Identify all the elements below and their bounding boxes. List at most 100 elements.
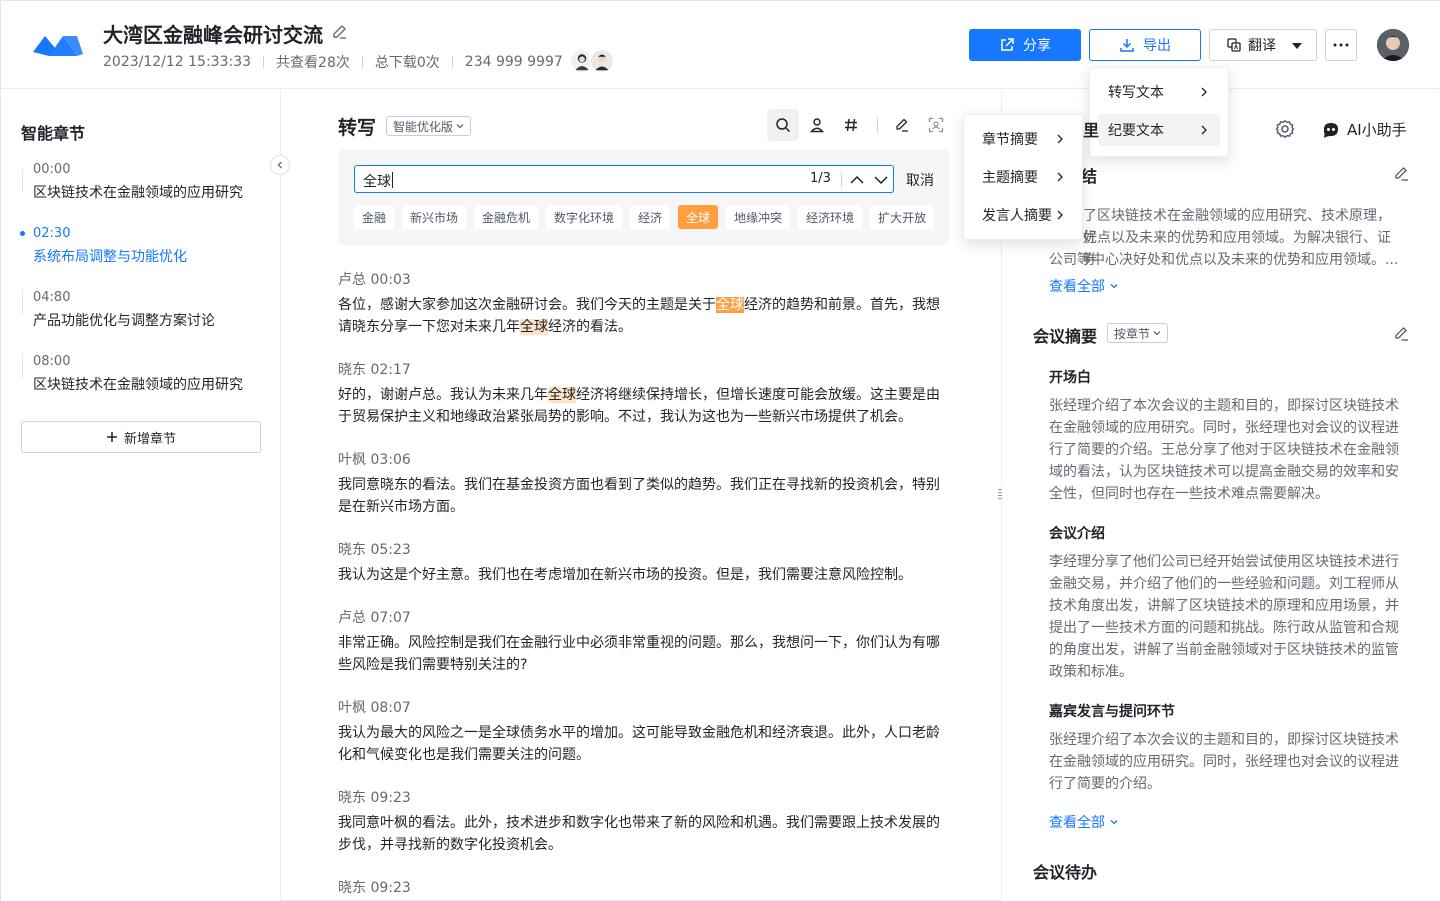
scan-icon [928, 117, 944, 133]
chevron-right-icon [1057, 134, 1063, 144]
minutes-mode-label: 按章节 [1114, 326, 1151, 341]
edit-icon[interactable] [1393, 165, 1411, 183]
robot-icon [1324, 122, 1338, 138]
transcript-entry[interactable]: 卢总 07:07 非常正确。风险控制是我们在金融行业中必须非常重视的问题。那么，… [338, 607, 948, 676]
export-button[interactable]: 导出 [1089, 29, 1201, 61]
keyword-tag[interactable]: 金融 [354, 205, 395, 229]
chapters-panel: 智能章节 00:00 区块链技术在金融领域的应用研究 02:30 系统布局调整与… [1, 90, 281, 901]
chevron-down-icon [1110, 284, 1118, 289]
transcript-text: 我认为这是个好主意。我们也在考虑增加在新兴市场的投资。但是，我们需要注意风险控制… [338, 567, 912, 583]
transcript-entry[interactable]: 叶枫 08:07 我认为最大的风险之一是全球债务水平的增加。这可能导致金融危机和… [338, 697, 948, 766]
chapters-title: 智能章节 [21, 124, 86, 143]
view-all-label: 查看全部 [1049, 815, 1105, 831]
submenu-item-topic-summary[interactable]: 主题摘要 [972, 161, 1076, 193]
speaker-time: 叶枫 08:07 [338, 700, 411, 716]
edit-title-icon[interactable] [331, 23, 349, 41]
download-icon [1120, 39, 1134, 52]
download-count: 总下载0次 [374, 55, 440, 71]
chapter-name: 产品功能优化与调整方案讨论 [33, 313, 215, 329]
search-input[interactable]: 全球 1/3 [354, 165, 894, 193]
translate-label: 翻译 [1248, 38, 1276, 54]
transcript-entry[interactable]: 晓东 09:23 我同意叶枫的看法。此外，技术进步和数字化也带来了新的风险和机遇… [338, 787, 948, 856]
participant-avatars[interactable] [569, 48, 617, 74]
edit-tool[interactable] [886, 109, 918, 141]
search-match-count: 1/3 [810, 171, 831, 186]
chevron-down-icon [456, 124, 464, 129]
ai-assistant-button[interactable]: AI小助手 [1321, 119, 1407, 140]
add-chapter-button[interactable]: 新增章节 [21, 421, 261, 453]
keyword-tag[interactable]: 经济环境 [798, 205, 863, 229]
chevron-right-icon [1057, 172, 1063, 182]
translate-button[interactable]: 翻译 [1209, 29, 1317, 61]
keyword-tag[interactable]: 地缘冲突 [726, 205, 791, 229]
avatar [589, 48, 615, 74]
section-text: 李经理分享了他们公司已经开始尝试使用区块链技术进行金融交易，并介绍了他们的一些经… [1049, 554, 1399, 680]
chapter-name: 区块链技术在金融领域的应用研究 [33, 185, 243, 201]
minutes-mode-select[interactable]: 按章节 [1107, 323, 1169, 343]
share-button[interactable]: 分享 [969, 29, 1081, 61]
submenu-item-chapter-summary[interactable]: 章节摘要 [972, 123, 1076, 155]
search-icon [776, 118, 791, 133]
collapse-panel-button[interactable] [270, 155, 290, 175]
keyword-tag[interactable]: 扩大开放 [870, 205, 935, 229]
chapter-timeline [22, 354, 23, 378]
chapter-time: 00:00 [33, 162, 71, 177]
transcript-entry[interactable]: 晓东 09:23 [338, 877, 948, 897]
chevron-down-icon[interactable] [871, 170, 891, 190]
chapter-item[interactable]: 02:30 系统布局调整与功能优化 [33, 226, 273, 266]
transcript-entry[interactable]: 晓东 02:17 好的，谢谢卢总。我认为未来几年全球经济将继续保持增长，但增长速… [338, 359, 948, 428]
chapter-timeline [22, 290, 23, 314]
text-segment: 好的，谢谢卢总。我认为未来几年 [338, 387, 548, 403]
view-all-label: 查看全部 [1049, 279, 1105, 295]
keyword-tag[interactable]: 金融危机 [474, 205, 539, 229]
version-select[interactable]: 智能优化版 [386, 116, 472, 136]
text-segment: 各位，感谢大家参加这次金融研讨会。我们今天的主题是关于 [338, 297, 716, 313]
view-all-link[interactable]: 查看全部 [1049, 812, 1119, 832]
search-panel: 全球 1/3 取消 金融 新兴市场 金融危机 数字化环境 经济 全球 地缘冲突 … [338, 149, 949, 245]
search-cancel-button[interactable]: 取消 [906, 170, 934, 190]
keyword-tag[interactable]: 经济 [630, 205, 671, 229]
gear-icon[interactable] [1275, 119, 1295, 139]
chapter-timeline [22, 169, 23, 193]
chapter-item[interactable]: 00:00 区块链技术在金融领域的应用研究 [33, 162, 273, 202]
section-title: 嘉宾发言与提问环节 [1049, 704, 1175, 720]
chevron-right-icon [1201, 125, 1207, 135]
section-text: 张经理介绍了本次会议的主题和目的，即探讨区块链技术在金融领域的应用研究。同时，张… [1049, 398, 1399, 502]
text-segment: 经济的看法。 [548, 319, 632, 335]
search-tool[interactable] [767, 109, 799, 141]
search-value: 全球 [363, 174, 391, 190]
scan-tool[interactable] [920, 109, 952, 141]
submenu-item-speaker-summary[interactable]: 发言人摘要 [972, 199, 1076, 231]
export-menu: 转写文本 纪要文本 [1089, 67, 1229, 157]
view-all-link[interactable]: 查看全部 [1049, 276, 1119, 296]
more-button[interactable] [1325, 29, 1357, 61]
transcript-text: 非常正确。风险控制是我们在金融行业中必须非常重视的问题。那么，我想问一下，你们认… [338, 635, 940, 673]
chevron-up-icon[interactable] [847, 170, 867, 190]
export-menu-item-minutes[interactable]: 纪要文本 [1098, 114, 1220, 146]
edit-icon[interactable] [1393, 325, 1411, 343]
menu-item-label: 转写文本 [1108, 85, 1164, 101]
chapter-item[interactable]: 08:00 区块链技术在金融领域的应用研究 [33, 354, 273, 394]
menu-item-label: 纪要文本 [1108, 123, 1164, 139]
topic-tool[interactable] [835, 109, 867, 141]
keyword-tag[interactable]: 数字化环境 [546, 205, 623, 229]
transcript-entry[interactable]: 卢总 00:03 各位，感谢大家参加这次金融研讨会。我们今天的主题是关于全球经济… [338, 269, 948, 338]
text-cursor [392, 172, 393, 188]
chapter-time: 08:00 [33, 354, 71, 369]
speaker-tool[interactable] [801, 109, 833, 141]
export-menu-item-transcript[interactable]: 转写文本 [1098, 76, 1220, 108]
transcript-entry[interactable]: 晓东 05:23 我认为这是个好主意。我们也在考虑增加在新兴市场的投资。但是，我… [338, 539, 948, 586]
phone-number: 234 999 9997 [464, 54, 563, 70]
chapter-item[interactable]: 04:80 产品功能优化与调整方案讨论 [33, 290, 273, 330]
minutes-title: 会议摘要 [1033, 327, 1098, 346]
speaker-time: 晓东 02:17 [338, 362, 411, 378]
summary-title-partial: 结 [1081, 167, 1098, 186]
chevron-down-icon [1110, 820, 1118, 825]
transcript-entry[interactable]: 叶枫 03:06 我同意晓东的看法。我们在基金投资方面也看到了类似的趋势。我们正… [338, 449, 948, 518]
input-divider [841, 173, 842, 187]
keyword-tag-active[interactable]: 全球 [678, 205, 719, 229]
active-chapter-dot [20, 231, 25, 236]
keyword-tag[interactable]: 新兴市场 [402, 205, 467, 229]
section-text: 张经理介绍了本次会议的主题和目的，即探讨区块链技术在金融领域的应用研究。同时，张… [1049, 732, 1399, 792]
user-avatar[interactable] [1377, 29, 1409, 61]
